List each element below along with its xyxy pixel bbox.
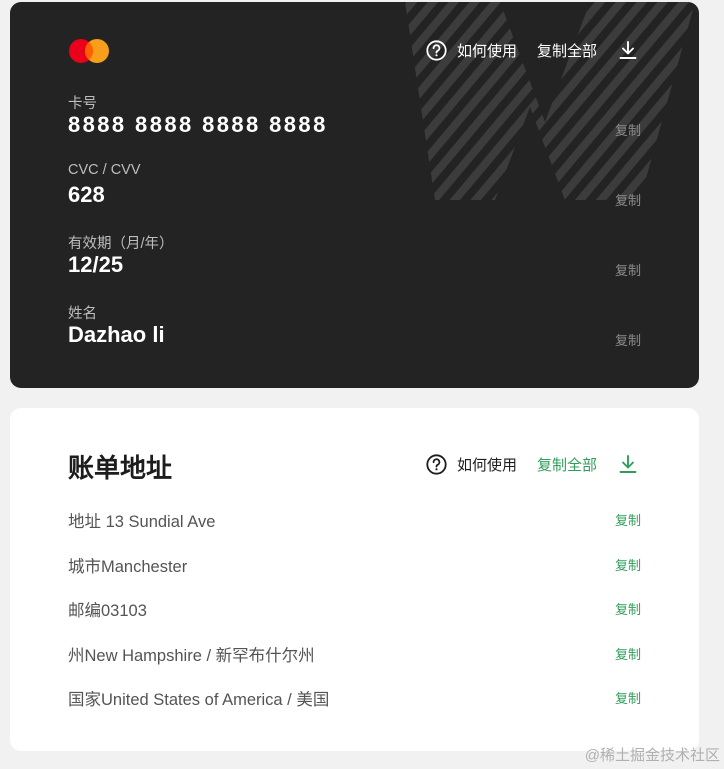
copy-zip-button[interactable]: 复制	[615, 599, 641, 618]
mastercard-logo-icon	[69, 39, 109, 63]
cvc-value: 628	[68, 182, 105, 207]
address-row: 地址 13 Sundial Ave 复制	[68, 508, 641, 534]
help-circle-icon	[426, 39, 447, 61]
card-help-label: 如何使用	[456, 42, 517, 60]
card-number-label: 卡号	[68, 96, 97, 112]
cvc-label: CVC / CVV	[68, 162, 141, 178]
copy-name-button[interactable]: 复制	[615, 330, 641, 349]
card-number-field: 卡号 8888 8888 8888 8888 复制	[68, 92, 641, 150]
card-copy-all-button[interactable]: 复制全部	[537, 40, 597, 61]
cvc-field: CVC / CVV 628 复制	[68, 162, 641, 220]
address-text: 地址 13 Sundial Ave	[68, 513, 216, 531]
expiry-value: 12/25	[68, 252, 124, 277]
country-row: 国家United States of America / 美国 复制	[68, 686, 641, 712]
billing-address-panel: 账单地址 如何使用 复制全部 地址 13 Sundial Ave 复制 城市Ma…	[10, 408, 699, 751]
card-help-button[interactable]: 如何使用	[426, 39, 517, 61]
virtual-card: 如何使用 复制全部 卡号 8888 8888 8888 8888 复制 CVC …	[10, 2, 699, 388]
copy-card-number-button[interactable]: 复制	[615, 120, 641, 139]
zip-row: 邮编03103 复制	[68, 597, 641, 623]
city-text: 城市Manchester	[68, 558, 188, 576]
billing-help-label: 如何使用	[456, 456, 517, 474]
billing-help-button[interactable]: 如何使用	[426, 453, 517, 475]
country-text: 国家United States of America / 美国	[68, 691, 330, 709]
copy-city-button[interactable]: 复制	[615, 555, 641, 574]
name-label: 姓名	[68, 306, 97, 322]
expiry-field: 有效期（月/年） 12/25 复制	[68, 232, 641, 290]
city-row: 城市Manchester 复制	[68, 553, 641, 579]
download-icon[interactable]	[617, 453, 639, 475]
copy-cvc-button[interactable]: 复制	[615, 190, 641, 209]
copy-address-button[interactable]: 复制	[615, 510, 641, 529]
copy-country-button[interactable]: 复制	[615, 688, 641, 707]
billing-copy-all-button[interactable]: 复制全部	[537, 454, 597, 475]
help-circle-icon	[426, 453, 447, 475]
copy-state-button[interactable]: 复制	[615, 644, 641, 663]
expiry-label: 有效期（月/年）	[68, 236, 174, 252]
billing-title: 账单地址	[68, 453, 173, 483]
name-field: 姓名 Dazhao li 复制	[68, 302, 641, 360]
card-actions: 如何使用 复制全部	[426, 36, 639, 64]
card-number-value: 8888 8888 8888 8888	[68, 112, 328, 137]
download-icon[interactable]	[617, 39, 639, 61]
billing-actions: 如何使用 复制全部	[426, 450, 639, 478]
zip-text: 邮编03103	[68, 602, 147, 620]
name-value: Dazhao li	[68, 322, 165, 347]
state-row: 州New Hampshire / 新罕布什尔州 复制	[68, 642, 641, 668]
copy-expiry-button[interactable]: 复制	[615, 260, 641, 279]
state-text: 州New Hampshire / 新罕布什尔州	[68, 647, 315, 665]
watermark: @稀土掘金技术社区	[584, 747, 720, 764]
